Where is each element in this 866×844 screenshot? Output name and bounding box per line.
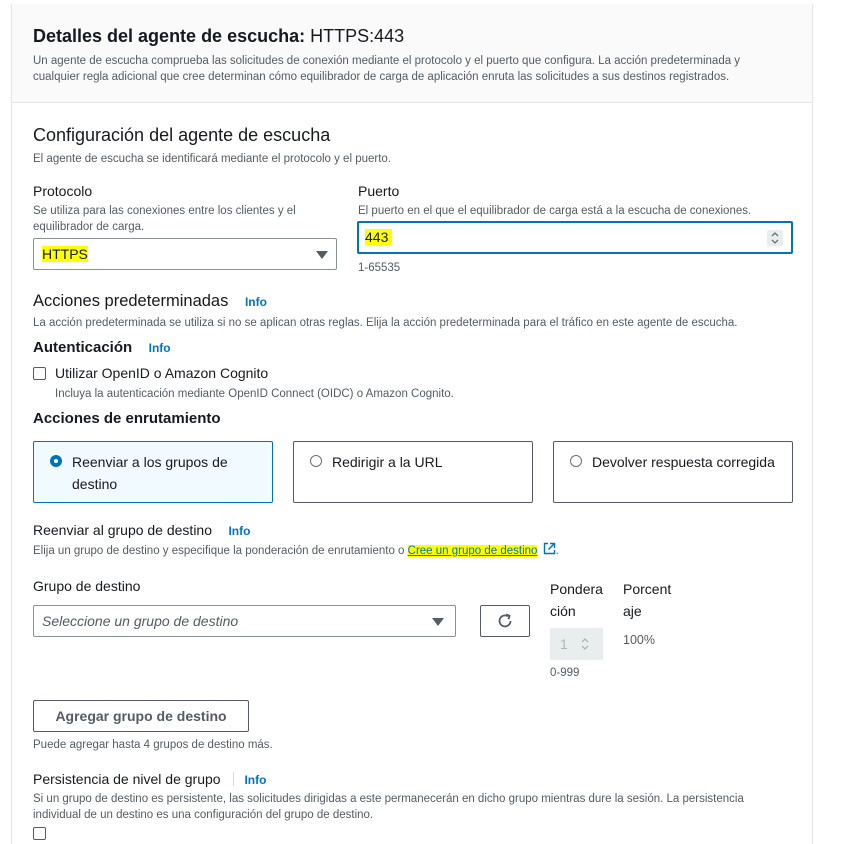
default-actions-info-link[interactable]: Info — [245, 295, 267, 309]
radio-icon — [310, 455, 322, 467]
stickiness-checkbox[interactable] — [33, 827, 46, 840]
forward-info-link[interactable]: Info — [228, 524, 250, 538]
external-link-icon[interactable] — [543, 542, 556, 555]
auth-info-link[interactable]: Info — [149, 341, 171, 355]
weight-input[interactable]: 1 — [550, 628, 603, 660]
stepper-icon[interactable] — [767, 230, 783, 246]
protocol-value: HTTPS — [42, 246, 88, 262]
auth-heading: Autenticación Info — [33, 339, 171, 356]
weight-label: Pondera ción — [550, 581, 603, 619]
weight-value: 1 — [560, 636, 568, 652]
default-actions-description: La acción predeterminada se utiliza si n… — [33, 317, 738, 329]
port-hint: 1-65535 — [358, 262, 401, 274]
create-target-group-link[interactable]: Cree un grupo de destino — [407, 545, 538, 557]
port-description: El puerto en el que el equilibrador de c… — [358, 205, 752, 217]
add-target-group-hint: Puede agregar hasta 4 grupos de destino … — [33, 739, 273, 751]
forward-heading: Reenviar al grupo de destino Info — [33, 522, 251, 538]
cognito-checkbox[interactable] — [33, 367, 46, 380]
add-target-group-button[interactable]: Agregar grupo de destino — [33, 700, 249, 732]
dropdown-caret-icon — [432, 618, 444, 626]
target-group-label: Grupo de destino — [33, 578, 141, 594]
stickiness-description: Si un grupo de destino es persistente, l… — [33, 793, 744, 821]
stickiness-heading: Persistencia de nivel de grupo Info — [33, 771, 267, 787]
routing-option-redirect[interactable]: Redirigir a la URL — [293, 441, 533, 503]
default-actions-title: Acciones predeterminadas Info — [33, 292, 267, 310]
protocol-description: Se utiliza para las conexiones entre los… — [33, 205, 296, 233]
page-title: Detalles del agente de escucha: HTTPS:44… — [33, 26, 405, 46]
percentage-label: Porcent aje — [623, 581, 672, 619]
listener-header: Detalles del agente de escucha: HTTPS:44… — [12, 4, 812, 103]
header-description: Un agente de escucha comprueba las solic… — [33, 55, 741, 83]
listener-details-panel: Detalles del agente de escucha: HTTPS:44… — [11, 4, 813, 844]
port-input[interactable]: 443 — [357, 221, 793, 254]
routing-option-label: Reenviar a los grupos de destino — [72, 454, 228, 492]
protocol-label: Protocolo — [33, 183, 93, 199]
refresh-icon — [498, 613, 512, 628]
percentage-value: 100% — [623, 633, 655, 647]
dropdown-caret-icon — [316, 251, 328, 259]
refresh-button[interactable] — [480, 605, 530, 637]
routing-option-forward[interactable]: Reenviar a los grupos de destino — [33, 441, 273, 503]
stickiness-info-link[interactable]: Info — [244, 773, 266, 787]
port-label: Puerto — [358, 183, 400, 199]
weight-hint: 0-999 — [550, 667, 580, 679]
stepper-icon — [581, 638, 589, 650]
routing-option-fixed-response[interactable]: Devolver respuesta corregida — [553, 441, 793, 503]
config-title: Configuración del agente de escucha — [33, 125, 331, 145]
config-description: El agente de escucha se identificará med… — [33, 153, 391, 165]
cognito-checkbox-label[interactable]: Utilizar OpenID o Amazon Cognito — [55, 365, 268, 381]
target-group-select[interactable]: Seleccione un grupo de destino — [33, 605, 456, 637]
forward-description: Elija un grupo de destino y especifique … — [33, 542, 559, 559]
radio-icon — [570, 455, 582, 467]
radio-selected-icon — [50, 455, 62, 467]
routing-option-label: Redirigir a la URL — [332, 454, 443, 470]
target-group-placeholder: Seleccione un grupo de destino — [42, 613, 239, 629]
protocol-select[interactable]: HTTPS — [33, 238, 337, 270]
cognito-checkbox-description: Incluya la autenticación mediante OpenID… — [55, 388, 454, 400]
port-value: 443 — [365, 229, 393, 245]
routing-option-label: Devolver respuesta corregida — [592, 454, 775, 470]
routing-title: Acciones de enrutamiento — [33, 410, 221, 427]
